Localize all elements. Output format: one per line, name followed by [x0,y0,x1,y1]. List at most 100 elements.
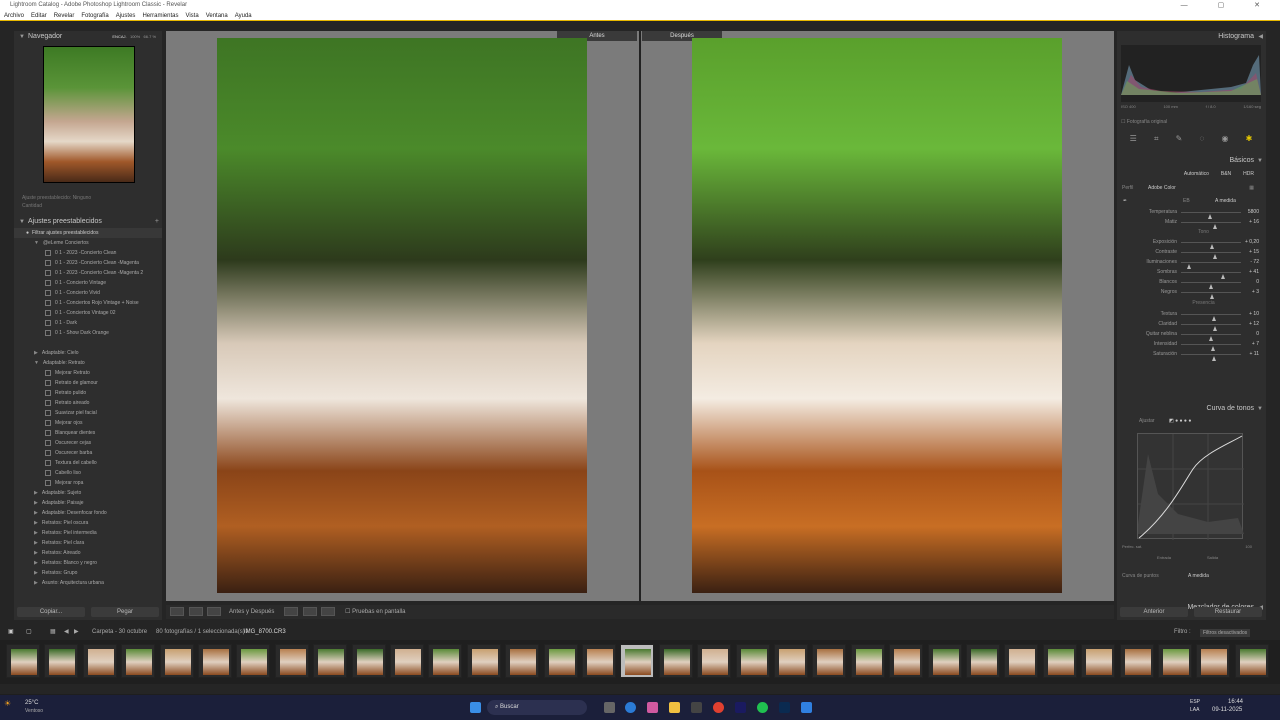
tone-3-value[interactable]: + 41 [1243,267,1259,277]
original-photo-toggle[interactable]: ☐ Fotografía original [1121,119,1167,125]
filmstrip-thumb[interactable] [850,644,885,678]
premiere-icon[interactable] [735,702,746,713]
view-mode-label[interactable]: Antes y Después [229,609,274,615]
loupe-view-icon[interactable] [170,606,184,616]
presence-3-value[interactable]: + 7 [1243,339,1259,349]
preset-item[interactable]: 0 1 - Dark [14,318,162,328]
folder-label[interactable]: Carpeta - 30 octubre [92,626,147,639]
filmstrip-thumb[interactable] [1196,644,1231,678]
filmstrip-thumb[interactable] [697,644,732,678]
preset-filter[interactable]: ● Filtrar ajustes preestablecidos [14,228,162,238]
zoom-fit[interactable]: ENCAJ. [112,34,126,39]
masking-icon[interactable]: ◌ [1200,134,1205,150]
filter-dropdown[interactable]: Filtros desactivados [1200,629,1251,637]
previous-button[interactable]: Anterior [1120,607,1188,617]
copilot-icon[interactable] [647,702,658,713]
tone-0-value[interactable]: + 0,20 [1243,237,1259,247]
filmstrip-thumb[interactable] [159,644,194,678]
expand-triangle-icon[interactable]: ▶ [34,580,38,586]
tab-bw[interactable]: B&N [1221,167,1231,181]
expand-triangle-icon[interactable]: ▶ [34,550,38,556]
monitor-2-icon[interactable]: ▢ [26,626,32,639]
tone-2-track[interactable] [1181,262,1241,269]
expand-triangle-icon[interactable]: ▼ [34,360,39,366]
wb-value[interactable]: A medida [1215,195,1236,207]
preset-group[interactable]: ▶ Retratos: Piel clara [14,538,162,548]
tone-4-value[interactable]: 0 [1243,277,1259,287]
menu-item-7[interactable]: Ventana [206,13,228,19]
task-view-icon[interactable] [604,702,615,713]
tone-2-value[interactable]: - 72 [1243,257,1259,267]
presence-0-track[interactable] [1181,314,1241,321]
weather-temp[interactable]: 25°C [25,700,38,706]
filmstrip-thumb[interactable] [966,644,1000,678]
filmstrip-thumb[interactable] [44,644,79,678]
presence-4-slider[interactable]: Saturación + 11 [1117,349,1266,361]
add-preset-icon[interactable]: + [155,216,159,228]
monitor-1-icon[interactable]: ▣ [8,626,14,639]
filmstrip-thumb[interactable] [82,644,117,678]
histogram-header[interactable]: Histograma ◀ [1117,31,1266,43]
menu-item-6[interactable]: Vista [185,13,198,19]
tint-knob[interactable] [1212,224,1217,229]
sliders-icon[interactable]: ☰ [1130,134,1137,150]
preset-group[interactable]: ▶ Retratos: Aireado [14,548,162,558]
preset-item[interactable]: 0 1 - Concierto Vintage [14,278,162,288]
expand-triangle-icon[interactable]: ▶ [34,540,38,546]
presence-2-slider[interactable]: Quitar neblina 0 [1117,329,1266,341]
crop-icon[interactable]: ⌗ [1154,134,1159,150]
filmstrip-thumb[interactable] [428,644,463,678]
filmstrip-thumb[interactable] [236,644,271,678]
paste-button[interactable]: Pegar [91,607,159,617]
preset-item[interactable]: Textura del cabello [14,458,162,468]
tone-5-track[interactable] [1181,292,1241,299]
language-code[interactable]: ESP [1190,699,1200,705]
filmstrip-thumb[interactable] [927,644,962,678]
tone-4-track[interactable] [1181,282,1241,289]
zoom-66[interactable]: 66.7 % [144,34,156,39]
menu-item-0[interactable]: Archivo [4,13,24,19]
filmstrip-thumb[interactable] [735,644,770,678]
filmstrip-thumb[interactable] [1158,644,1192,678]
menu-item-4[interactable]: Ajustes [116,13,136,19]
copy-after-icon[interactable] [302,606,317,616]
before-photo[interactable] [217,38,587,593]
tone-3-slider[interactable]: Sombras + 41 [1117,267,1266,279]
presence-4-track[interactable] [1181,354,1241,361]
tint-track[interactable] [1181,222,1241,229]
temperature-value[interactable]: 5800 [1243,207,1259,217]
filmstrip-thumb[interactable] [889,644,924,678]
expand-triangle-icon[interactable]: ▶ [34,530,38,536]
clock-date[interactable]: 09-11-2025 [1212,707,1242,713]
preset-item[interactable]: 0 1 - Show Dark Orange [14,328,162,338]
wb-row[interactable]: ✒ EB A medida [1117,195,1266,207]
filmstrip-thumb[interactable] [582,644,616,678]
curve-points-row[interactable]: Curva de puntos A medida [1122,573,1262,579]
profile-browser-icon[interactable]: ▦ [1249,181,1254,195]
expand-triangle-icon[interactable]: ▶ [34,570,38,576]
tone-0-track[interactable] [1181,242,1241,249]
edge-icon[interactable] [625,702,636,713]
expand-triangle-icon[interactable]: ▶ [34,560,38,566]
grid-icon[interactable]: ▦ [50,626,56,639]
tone-4-slider[interactable]: Blancos 0 [1117,277,1266,289]
redeye-icon[interactable]: ◉ [1222,134,1229,150]
heal-icon[interactable]: ✎ [1176,134,1183,150]
tone-0-slider[interactable]: Exposición + 0,20 [1117,237,1266,249]
reset-button[interactable]: Restaurar [1194,607,1262,617]
store-icon[interactable] [691,702,702,713]
preset-item[interactable]: Mejorar ojos [14,418,162,428]
presence-0-value[interactable]: + 10 [1243,309,1259,319]
expand-triangle-icon[interactable]: ▼ [34,240,39,246]
preset-item[interactable]: 0 1 - 2023 -Concierto Clean [14,248,162,258]
file-explorer-icon[interactable] [669,702,680,713]
tone-5-slider[interactable]: Negros + 3 [1117,287,1266,299]
tone-curve-graph[interactable] [1137,433,1244,540]
after-photo[interactable] [692,38,1062,593]
expand-triangle-icon[interactable]: ▶ [34,500,38,506]
filmstrip-thumb[interactable] [543,644,578,678]
preset-item[interactable] [14,338,162,348]
preset-group[interactable]: ▶ Adaptable: Sujeto [14,488,162,498]
menu-item-8[interactable]: Ayuda [235,13,252,19]
preset-item[interactable]: Blanquear dientes [14,428,162,438]
